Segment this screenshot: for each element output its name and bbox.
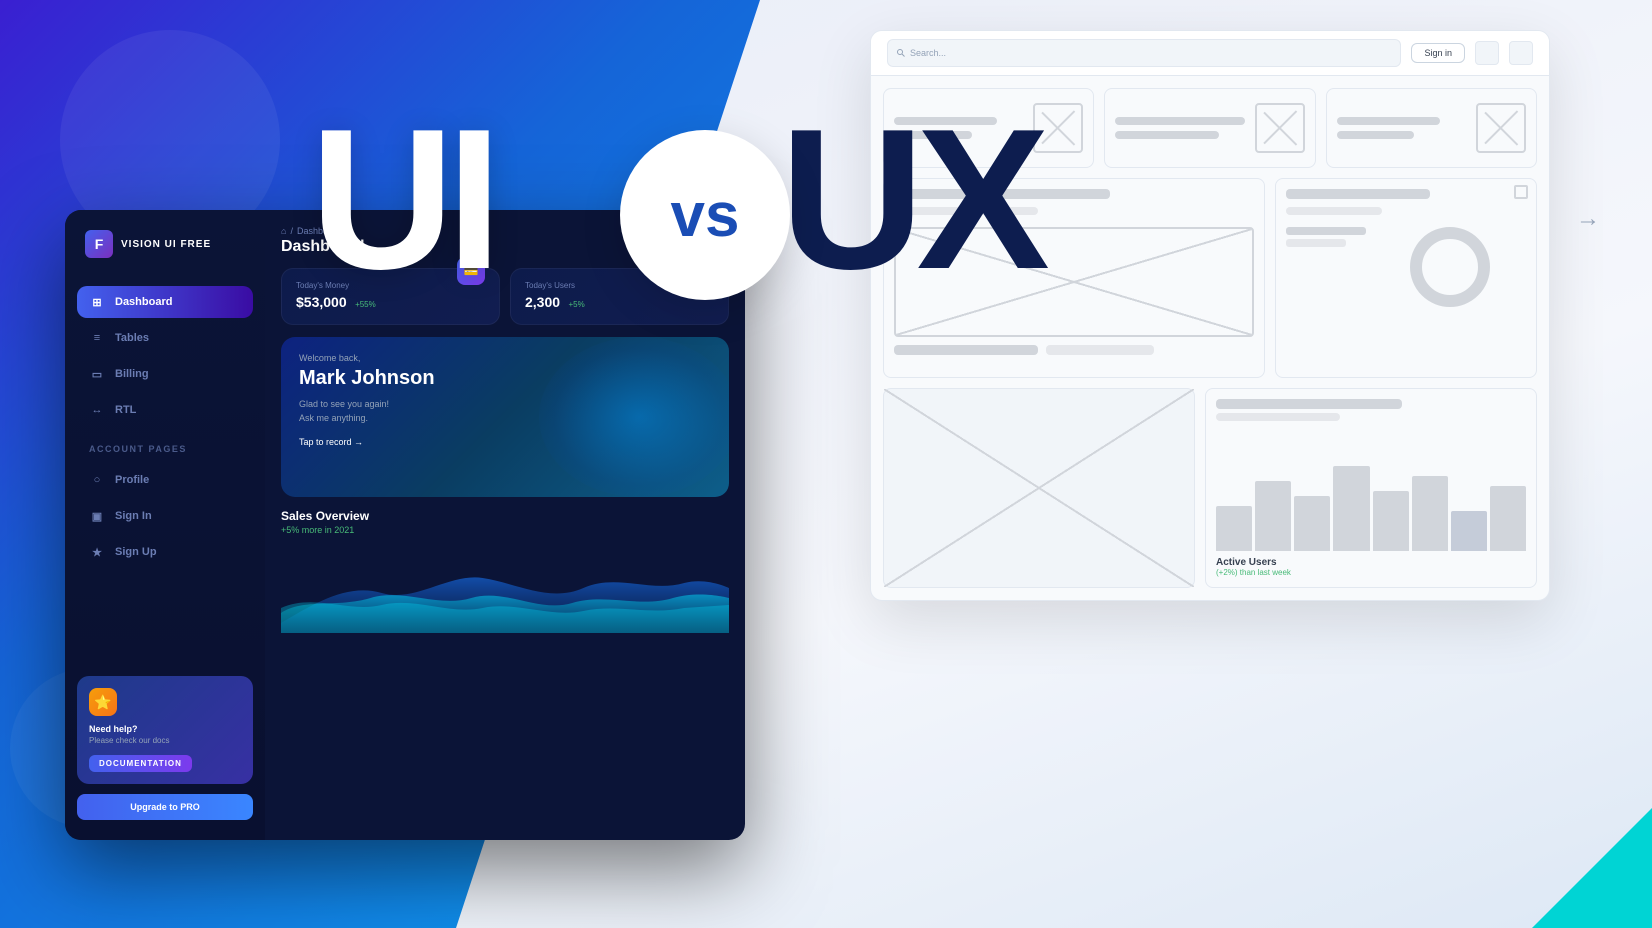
welcome-card: Welcome back, Mark Johnson Glad to see y…	[281, 337, 729, 497]
wf-bar-chart	[1216, 451, 1526, 551]
sales-section: Sales Overview +5% more in 2021	[281, 509, 729, 824]
help-subtitle: Please check our docs	[89, 736, 241, 745]
sidebar-item-label: Dashboard	[115, 296, 172, 308]
wf-close-btn	[1514, 185, 1528, 199]
content-layer: UI vs UX F VISION UI FREE ⊞ Dashboard	[0, 0, 1652, 928]
sidebar-item-dashboard[interactable]: ⊞ Dashboard	[77, 286, 253, 318]
tables-icon: ≡	[89, 330, 105, 346]
sidebar-item-profile[interactable]: ○ Profile	[77, 464, 253, 496]
sidebar-item-label: Tables	[115, 332, 149, 344]
wf-line	[1337, 131, 1415, 139]
wf-donut-chart	[1410, 227, 1490, 307]
dashboard-icon: ⊞	[89, 294, 105, 310]
vs-circle: vs	[620, 130, 790, 300]
help-card: ⭐ Need help? Please check our docs DOCUM…	[77, 676, 253, 784]
wf-line	[1286, 227, 1366, 235]
wf-text-lines	[1286, 227, 1526, 307]
upgrade-button[interactable]: Upgrade to PRO	[77, 794, 253, 820]
wf-bar	[1333, 466, 1369, 551]
wireframe-topbar: Search... Sign in	[871, 31, 1549, 76]
wf-panel-sub	[1216, 413, 1340, 421]
billing-icon: ▭	[89, 366, 105, 382]
sidebar-item-label: Profile	[115, 474, 149, 486]
lang-button-2[interactable]	[1509, 41, 1533, 65]
profile-icon: ○	[89, 472, 105, 488]
wf-image-placeholder	[1476, 103, 1526, 153]
signin-icon: ▣	[89, 508, 105, 524]
wireframe-arrow: →	[1576, 205, 1600, 233]
wf-bar	[1412, 476, 1448, 551]
logo-text: VISION UI FREE	[121, 239, 211, 250]
wf-bar	[1294, 496, 1330, 551]
wireframe-card-3	[1326, 88, 1537, 168]
sidebar-logo: F VISION UI FREE	[77, 230, 253, 258]
breadcrumb-separator: /	[290, 226, 293, 236]
ui-heading: UI	[310, 100, 494, 300]
sidebar-item-signin[interactable]: ▣ Sign In	[77, 500, 253, 532]
wf-line	[1115, 131, 1218, 139]
sidebar: F VISION UI FREE ⊞ Dashboard ≡ Tables ▭	[65, 210, 265, 840]
sidebar-item-tables[interactable]: ≡ Tables	[77, 322, 253, 354]
wf-bar	[1216, 506, 1252, 551]
sidebar-item-rtl[interactable]: ↔ RTL	[77, 394, 253, 426]
sidebar-nav: ⊞ Dashboard ≡ Tables ▭ Billing ↔ RTL	[77, 286, 253, 664]
wf-image-placeholder	[1255, 103, 1305, 153]
active-users-label: Active Users	[1216, 557, 1526, 568]
sidebar-item-label: Billing	[115, 368, 149, 380]
wf-line	[1337, 117, 1440, 125]
wf-panel-title	[1216, 399, 1402, 409]
account-section-label: ACCOUNT PAGES	[77, 430, 253, 460]
wf-bar	[1373, 491, 1409, 551]
wf-panel-sub	[1286, 207, 1382, 215]
sidebar-item-billing[interactable]: ▭ Billing	[77, 358, 253, 390]
ux-heading: UX	[780, 100, 1042, 300]
active-users-change: (+2%) than last week	[1216, 568, 1526, 577]
sidebar-item-label: Sign Up	[115, 546, 157, 558]
stat-change-users: +5%	[569, 300, 585, 309]
logo-icon: F	[85, 230, 113, 258]
diag-x-big	[884, 389, 1194, 587]
wireframe-bar-panel: Active Users (+2%) than last week	[1205, 388, 1537, 588]
wf-bar	[1490, 486, 1526, 551]
sales-title: Sales Overview	[281, 509, 729, 523]
rtl-icon: ↔	[89, 402, 105, 418]
wf-bar	[1451, 511, 1487, 551]
vs-text: vs	[671, 180, 740, 251]
wireframe-panel-2	[1275, 178, 1537, 378]
documentation-button[interactable]: DOCUMENTATION	[89, 755, 192, 772]
help-title: Need help?	[89, 724, 241, 734]
sidebar-item-label: RTL	[115, 404, 136, 416]
wireframe-search[interactable]: Search...	[887, 39, 1401, 67]
sidebar-item-label: Sign In	[115, 510, 152, 522]
sales-subtitle: +5% more in 2021	[281, 525, 729, 535]
sales-chart	[281, 543, 729, 633]
wf-btn-placeholder	[894, 345, 1038, 355]
wf-bar	[1255, 481, 1291, 551]
wireframe-card-2	[1104, 88, 1315, 168]
wf-panel-title	[1286, 189, 1430, 199]
wf-line	[1115, 117, 1244, 125]
jellyfish-illustration	[539, 337, 729, 497]
lang-button[interactable]	[1475, 41, 1499, 65]
signin-button[interactable]: Sign in	[1411, 43, 1465, 63]
wf-btn-placeholder	[1046, 345, 1154, 355]
wf-line	[1286, 239, 1346, 247]
sidebar-item-signup[interactable]: ★ Sign Up	[77, 536, 253, 568]
wireframe-big-image	[883, 388, 1195, 588]
help-icon: ⭐	[89, 688, 117, 716]
home-icon: ⌂	[281, 226, 286, 236]
wf-btn-row	[894, 345, 1254, 355]
cyan-triangle-decoration	[1532, 808, 1652, 928]
wireframe-row3: Active Users (+2%) than last week	[883, 388, 1537, 588]
search-placeholder: Search...	[910, 48, 946, 58]
signup-icon: ★	[89, 544, 105, 560]
